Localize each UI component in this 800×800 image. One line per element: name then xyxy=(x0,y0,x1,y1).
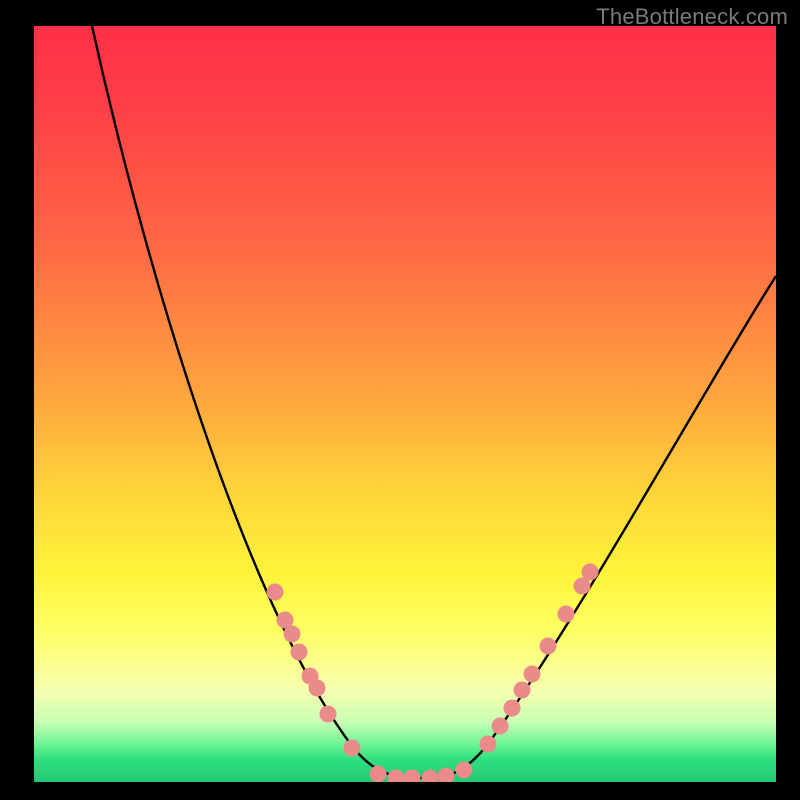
marker-point xyxy=(524,666,541,683)
marker-point xyxy=(309,680,326,697)
marker-point xyxy=(320,706,337,723)
marker-point xyxy=(438,768,455,783)
marker-point xyxy=(422,770,439,783)
marker-point xyxy=(267,584,284,601)
marker-group xyxy=(267,564,599,783)
marker-point xyxy=(284,626,301,643)
chart-svg xyxy=(34,26,776,782)
marker-point xyxy=(291,644,308,661)
marker-point xyxy=(456,762,473,779)
marker-point xyxy=(492,718,509,735)
marker-point xyxy=(540,638,557,655)
watermark-text: TheBottleneck.com xyxy=(596,4,788,30)
marker-point xyxy=(514,682,531,699)
plot-area xyxy=(34,26,776,782)
marker-point xyxy=(558,606,575,623)
marker-point xyxy=(480,736,497,753)
marker-point xyxy=(344,740,361,757)
marker-point xyxy=(504,700,521,717)
bottleneck-curve xyxy=(92,26,776,778)
marker-point xyxy=(404,770,421,783)
marker-point xyxy=(582,564,599,581)
marker-point xyxy=(388,770,405,783)
outer-frame: TheBottleneck.com xyxy=(0,0,800,800)
marker-point xyxy=(370,766,387,783)
